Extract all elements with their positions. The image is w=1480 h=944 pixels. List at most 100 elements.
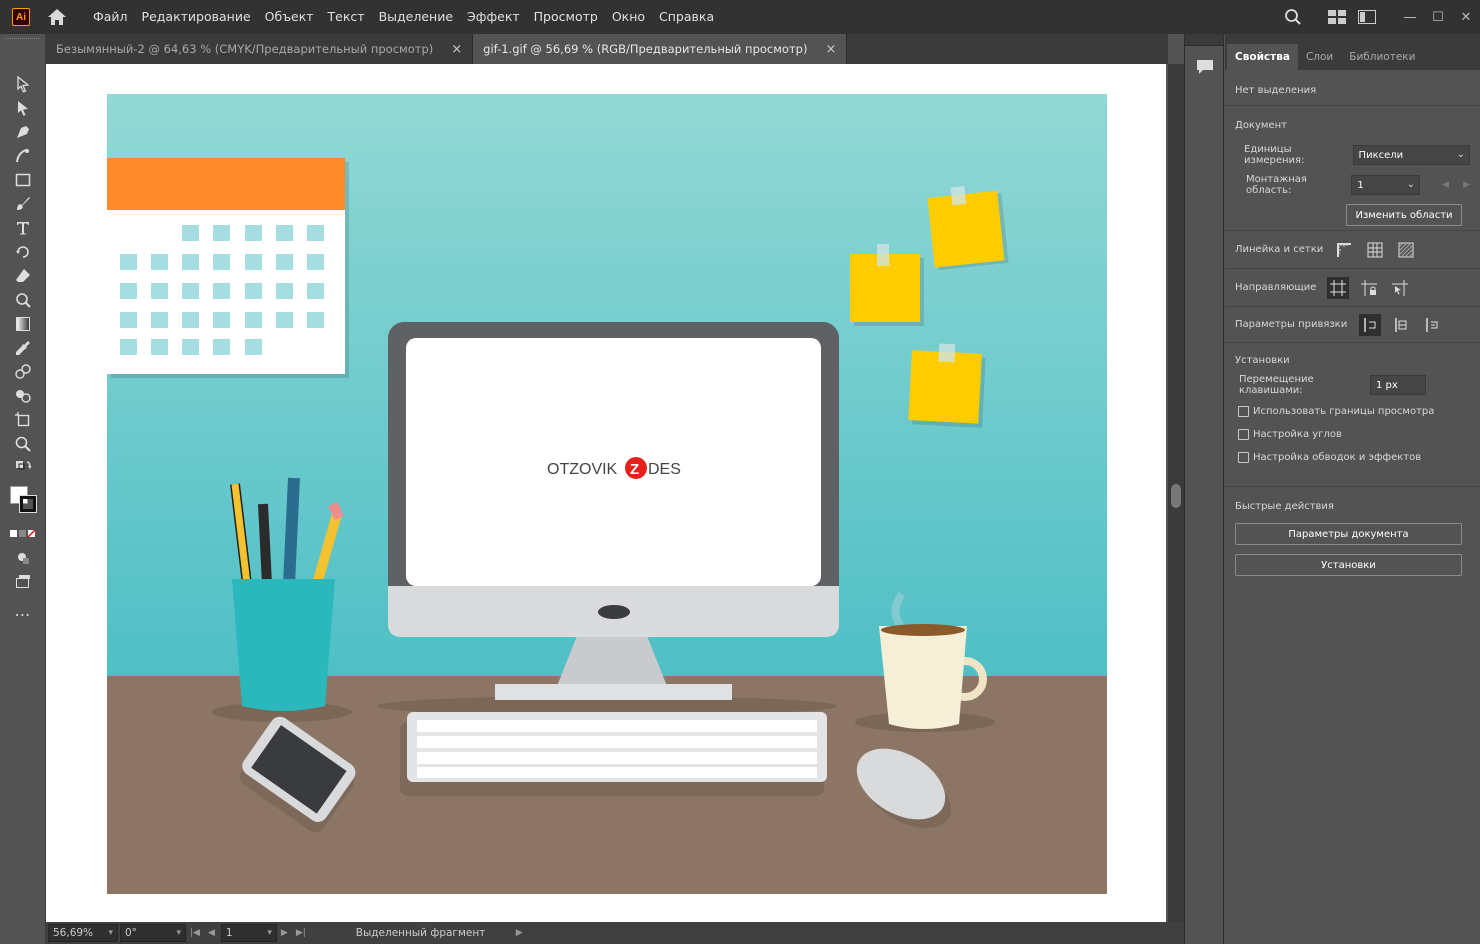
edit-toolbar-icon[interactable]: ⋯	[0, 602, 46, 626]
menu-select[interactable]: Выделение	[372, 0, 460, 34]
menu-effect[interactable]: Эффект	[460, 0, 527, 34]
menu-help[interactable]: Справка	[652, 0, 721, 34]
rulers-icon[interactable]	[1333, 239, 1355, 261]
menu-object[interactable]: Объект	[258, 0, 321, 34]
next-artboard-icon[interactable]: ▶	[1463, 180, 1470, 190]
stroke-swatch[interactable]	[19, 495, 37, 513]
keyboard-increment-input[interactable]: 1 px	[1370, 375, 1426, 395]
fill-stroke-swatches[interactable]	[0, 480, 45, 513]
rectangle-tool-icon[interactable]	[0, 168, 46, 192]
vertical-scrollbar[interactable]	[1168, 64, 1184, 922]
close-window-button[interactable]: ✕	[1452, 0, 1480, 34]
zoom-field[interactable]: 56,69% ▾	[48, 924, 118, 942]
artboard[interactable]: OTZOVIK Z DES	[46, 64, 1166, 922]
keyboard-increment-row: Перемещение клавишами: 1 px	[1235, 374, 1470, 396]
status-menu-arrow-icon[interactable]: ▶	[516, 928, 523, 938]
document-setup-button[interactable]: Параметры документа	[1235, 523, 1462, 545]
snap-options-section: Параметры привязки	[1225, 307, 1480, 343]
scale-corners-checkbox[interactable]	[1238, 429, 1249, 440]
previous-artboard-icon[interactable]: ◀	[208, 928, 215, 938]
strip-header[interactable]	[1185, 34, 1223, 46]
fill-stroke-swap-icon[interactable]	[0, 456, 46, 480]
chevron-down-icon: ⌄	[1456, 149, 1465, 160]
scrollbar-thumb[interactable]	[1171, 484, 1181, 508]
artboard-tool-icon[interactable]	[0, 408, 46, 432]
draw-mode-icon[interactable]	[0, 546, 46, 570]
gradient-tool-icon[interactable]	[0, 312, 46, 336]
tab-properties[interactable]: Свойства	[1227, 44, 1298, 70]
tab-layers[interactable]: Слои	[1298, 44, 1341, 70]
menu-edit[interactable]: Редактирование	[135, 0, 258, 34]
selection-tool-icon[interactable]	[0, 72, 46, 96]
preferences-section: Установки Перемещение клавишами: 1 px Ис…	[1225, 343, 1480, 487]
units-select[interactable]: Пиксели ⌄	[1352, 145, 1470, 165]
transparency-grid-icon[interactable]	[1395, 239, 1417, 261]
type-tool-icon[interactable]	[0, 216, 46, 240]
scale-corners-row: Настройка углов	[1235, 429, 1470, 440]
arrange-documents-icon[interactable]	[1322, 0, 1352, 34]
pen-tool-icon[interactable]	[0, 120, 46, 144]
menu-type[interactable]: Текст	[321, 0, 372, 34]
color-mode-icons[interactable]	[0, 522, 46, 546]
keyboard	[400, 712, 827, 796]
menu-window[interactable]: Окно	[605, 0, 652, 34]
search-icon[interactable]	[1278, 0, 1308, 34]
canvas-area[interactable]: OTZOVIK Z DES	[46, 64, 1168, 922]
chevron-down-icon[interactable]: ▾	[176, 928, 181, 938]
grid-icon[interactable]	[1364, 239, 1386, 261]
tab-document-1[interactable]: Безымянный-2 @ 64,63 % (CMYK/Предварител…	[46, 34, 474, 64]
curvature-tool-icon[interactable]	[0, 144, 46, 168]
scale-strokes-checkbox[interactable]	[1238, 452, 1249, 463]
screen-mode-icon[interactable]	[0, 570, 46, 594]
snap-to-point-icon[interactable]	[1359, 313, 1381, 336]
tab-document-2[interactable]: gif-1.gif @ 56,69 % (RGB/Предварительный…	[473, 34, 848, 64]
close-icon[interactable]: ×	[825, 42, 836, 57]
workspace-switcher-icon[interactable]	[1352, 0, 1382, 34]
panel-grip[interactable]	[6, 38, 39, 46]
logo-text-left: OTZOVIK	[547, 461, 618, 478]
tab-libraries[interactable]: Библиотеки	[1341, 44, 1423, 70]
chevron-down-icon[interactable]: ▾	[267, 928, 272, 938]
preview-bounds-label: Использовать границы просмотра	[1253, 406, 1435, 417]
panel-tabs: Свойства Слои Библиотеки	[1225, 34, 1480, 70]
artboard-select[interactable]: 1 ⌄	[1351, 175, 1421, 195]
no-selection-label: Нет выделения	[1235, 85, 1317, 96]
edit-artboards-button[interactable]: Изменить области	[1346, 204, 1462, 226]
preview-bounds-checkbox[interactable]	[1238, 406, 1249, 417]
menu-file[interactable]: Файл	[86, 0, 135, 34]
last-artboard-icon[interactable]: ▶|	[296, 928, 306, 938]
document-tabs: Безымянный-2 @ 64,63 % (CMYK/Предварител…	[46, 34, 1168, 64]
blend-tool-icon[interactable]	[0, 360, 46, 384]
artboard-navigator[interactable]: 1 ▾	[220, 924, 277, 942]
chevron-down-icon[interactable]: ▾	[108, 928, 113, 938]
units-value: Пиксели	[1358, 149, 1404, 161]
direct-selection-tool-icon[interactable]	[0, 96, 46, 120]
first-artboard-icon[interactable]: |◀	[190, 928, 200, 938]
rotate-tool-icon[interactable]	[0, 240, 46, 264]
lock-guides-icon[interactable]	[1358, 277, 1380, 299]
home-icon[interactable]	[46, 7, 68, 27]
preferences-button[interactable]: Установки	[1235, 554, 1462, 576]
eyedropper-tool-icon[interactable]	[0, 336, 46, 360]
shape-builder-tool-icon[interactable]	[0, 384, 46, 408]
show-guides-icon[interactable]	[1327, 276, 1349, 299]
smart-guides-icon[interactable]	[1389, 277, 1411, 299]
snap-to-pixel-icon[interactable]	[1390, 314, 1412, 336]
rotation-field[interactable]: 0° ▾	[120, 924, 186, 942]
paintbrush-tool-icon[interactable]	[0, 192, 46, 216]
eraser-tool-icon[interactable]	[0, 264, 46, 288]
zoom-tool-icon[interactable]	[0, 432, 46, 456]
comments-icon[interactable]	[1191, 54, 1219, 80]
close-icon[interactable]: ×	[451, 42, 462, 57]
desk-illustration[interactable]: OTZOVIK Z DES	[107, 94, 1107, 894]
quick-actions-section: Быстрые действия Параметры документа Уст…	[1225, 487, 1480, 576]
next-artboard-icon[interactable]: ▶	[281, 928, 288, 938]
menu-view[interactable]: Просмотр	[527, 0, 605, 34]
puppet-warp-tool-icon[interactable]	[0, 288, 46, 312]
snap-to-glyph-icon[interactable]	[1421, 314, 1443, 336]
rulers-grids-section: Линейка и сетки	[1225, 231, 1480, 269]
guides-section: Направляющие	[1225, 269, 1480, 307]
minimize-button[interactable]: —	[1396, 0, 1424, 34]
previous-artboard-icon[interactable]: ◀	[1442, 180, 1449, 190]
maximize-button[interactable]: ☐	[1424, 0, 1452, 34]
